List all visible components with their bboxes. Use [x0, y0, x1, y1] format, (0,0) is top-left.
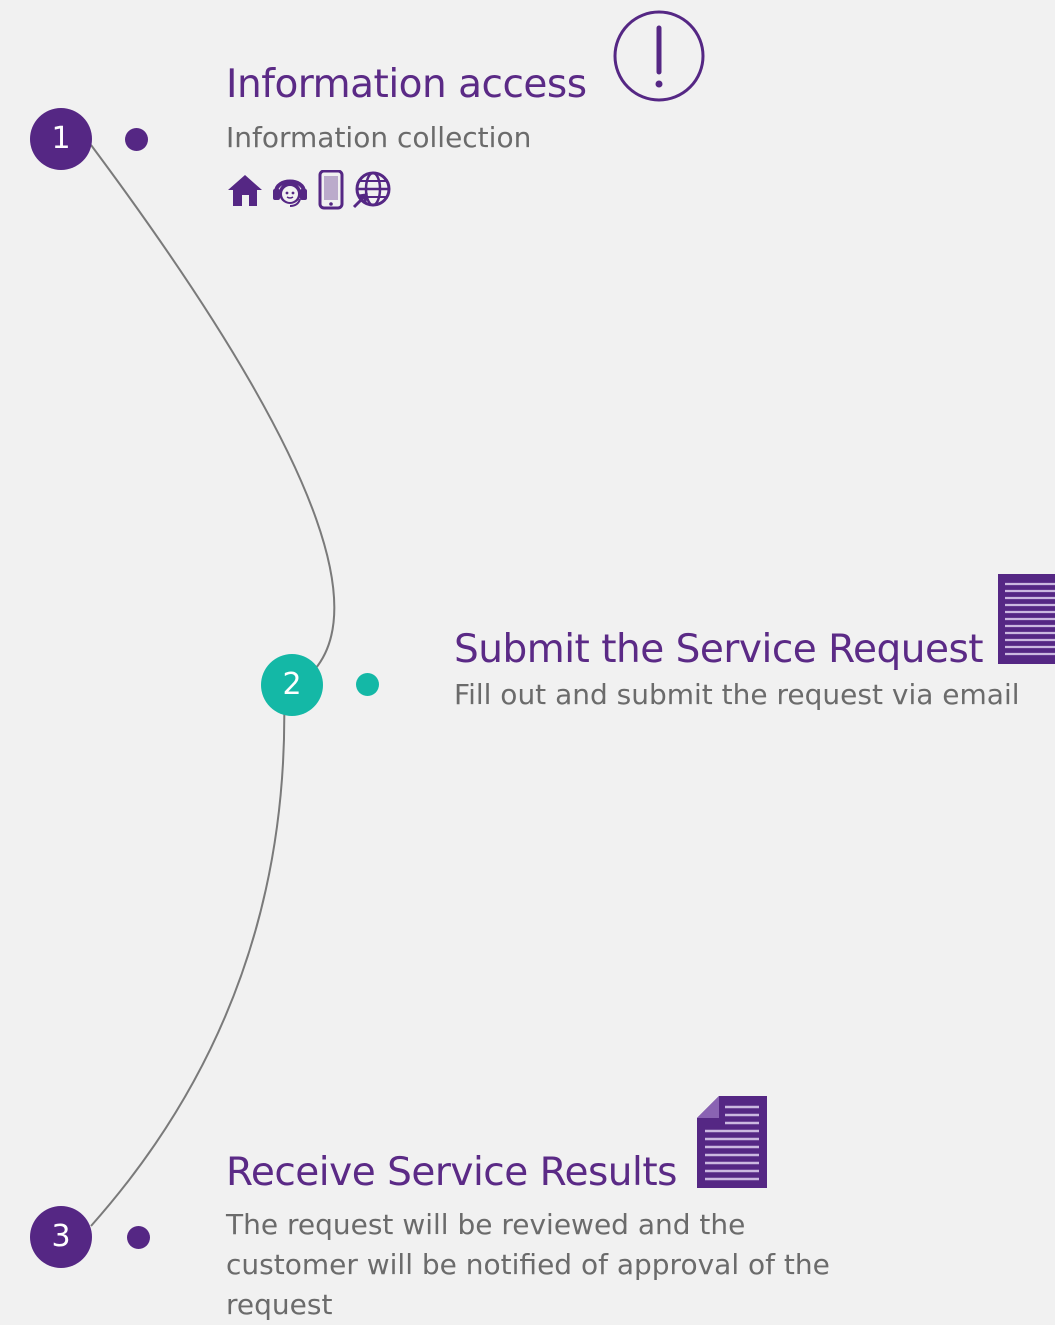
step-3-title: Receive Service Results	[226, 1150, 677, 1195]
customer-service-headset-icon	[270, 170, 310, 210]
document-icon	[697, 1096, 767, 1188]
step-1-title: Information access	[226, 62, 587, 107]
mobile-phone-icon	[318, 170, 344, 210]
step-3-marker-dot	[127, 1226, 150, 1249]
step-2-title: Submit the Service Request	[454, 627, 984, 672]
globe-website-icon	[351, 170, 393, 210]
exclamation-circle-icon	[611, 8, 707, 104]
home-icon	[226, 171, 264, 209]
step-3-number: 3	[51, 1219, 71, 1254]
step-2-marker-dot	[356, 673, 379, 696]
step-1-number: 1	[51, 121, 71, 156]
step-3-number-circle: 3	[30, 1206, 92, 1268]
step-3-description: The request will be reviewed and the cus…	[226, 1208, 830, 1321]
step-1-number-circle: 1	[30, 108, 92, 170]
step-1-marker-dot	[125, 128, 148, 151]
step-2-number: 2	[282, 667, 302, 702]
step-2-description: Fill out and submit the request via emai…	[454, 678, 1020, 711]
step-2-number-circle: 2	[261, 654, 323, 716]
step-1-description: Information collection	[226, 121, 532, 154]
form-document-icon	[998, 574, 1055, 664]
